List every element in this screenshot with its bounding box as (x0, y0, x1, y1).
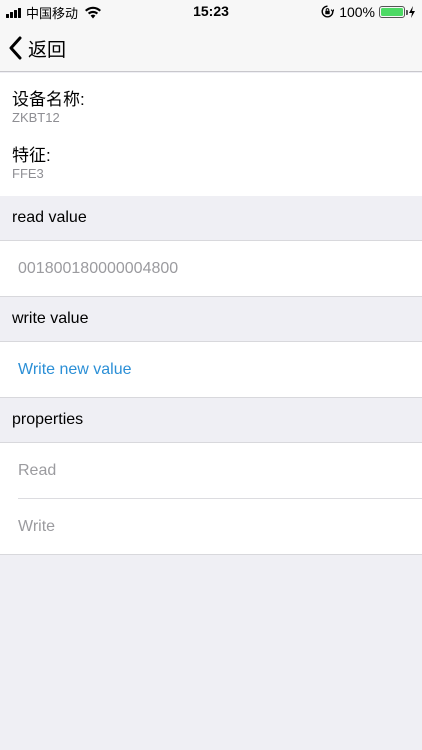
device-name-value: ZKBT12 (12, 110, 60, 125)
navigation-bar: 返回 (0, 24, 422, 72)
property-read-label: Read (18, 462, 57, 479)
write-value-header: write value (0, 297, 422, 342)
property-read-cell: Read (0, 443, 422, 499)
battery-percent: 100% (339, 3, 375, 20)
read-value-text: 001800180000004800 (18, 259, 179, 277)
device-name-label: 设备名称: (12, 90, 85, 109)
device-info: 设备名称: ZKBT12 特征: FFE3 (0, 73, 422, 196)
rotation-lock-icon (321, 5, 335, 18)
charging-bolt-icon (409, 5, 415, 18)
battery-icon (379, 5, 408, 18)
characteristic-label: 特征: (12, 146, 51, 165)
properties-header: properties (0, 398, 422, 443)
property-write-cell: Write (0, 499, 422, 555)
status-bar: 中国移动 15:23 100% (0, 0, 422, 24)
status-right: 100% (321, 3, 416, 20)
read-value-cell: 001800180000004800 (0, 241, 422, 297)
characteristic-value: FFE3 (12, 166, 44, 181)
battery-fill (381, 7, 403, 16)
property-write-label: Write (18, 517, 56, 535)
chevron-left-icon (9, 36, 22, 60)
write-new-value-button[interactable]: Write new value (18, 361, 132, 379)
read-value-header: read value (0, 196, 422, 241)
write-new-value-cell[interactable]: Write new value (0, 342, 422, 398)
back-label: 返回 (28, 39, 67, 61)
back-button[interactable]: 返回 (8, 34, 66, 62)
